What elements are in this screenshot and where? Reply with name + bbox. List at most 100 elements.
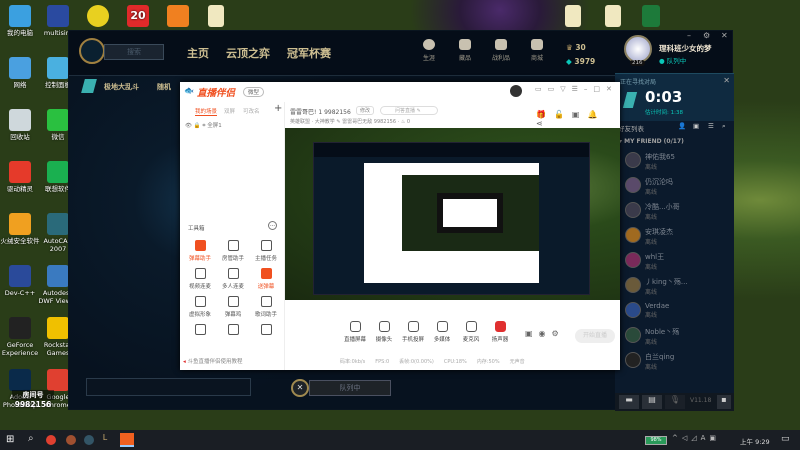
- friend-item[interactable]: 白兰qing 离线: [615, 349, 734, 374]
- tool-item[interactable]: 多人连麦: [218, 268, 248, 290]
- douyu-taskbar-icon[interactable]: [120, 433, 134, 447]
- cancel-queue-button[interactable]: ✕: [291, 379, 309, 397]
- tutorial-link[interactable]: ◂ 斗鱼直播伴侣使用教程: [183, 357, 243, 365]
- desktop-icon[interactable]: GeForce Experience: [0, 317, 40, 357]
- queue-close[interactable]: ✕: [723, 76, 730, 85]
- desktop-icon[interactable]: 驱动精灵: [0, 161, 40, 193]
- list-icon[interactable]: ☰: [708, 122, 714, 130]
- desktop-icon-excel[interactable]: [631, 5, 671, 29]
- mic-icon[interactable]: 🎙: [665, 395, 685, 409]
- source-button[interactable]: 扬声器: [485, 321, 515, 343]
- player-avatar[interactable]: [624, 35, 652, 63]
- add-friend-icon[interactable]: 👤: [678, 122, 686, 130]
- friend-item[interactable]: 神佑我65 离线: [615, 149, 734, 174]
- header-actions[interactable]: 🎁🔓▣🔔⋖: [536, 110, 618, 128]
- profile-button[interactable]: 生涯: [414, 39, 444, 62]
- tool-item[interactable]: 弹幕鸡: [218, 296, 248, 318]
- source-button[interactable]: 直播屏幕: [340, 321, 370, 343]
- source-icon: [436, 321, 448, 332]
- friend-item[interactable]: 仍沉沦吗 离线: [615, 174, 734, 199]
- search-icon[interactable]: ⌕: [722, 122, 726, 131]
- tool-item[interactable]: [218, 324, 248, 338]
- tool-item[interactable]: 歌词助手: [251, 296, 281, 318]
- notes-icon[interactable]: ▤: [642, 395, 662, 409]
- notification-icon[interactable]: ▭: [781, 434, 790, 444]
- source-button[interactable]: 多媒体: [427, 321, 457, 343]
- source-button[interactable]: 摄像头: [369, 321, 399, 343]
- friend-item[interactable]: 丿king丶殇... 离线: [615, 274, 734, 299]
- edit-title-button[interactable]: 修改: [356, 106, 375, 115]
- tool-item[interactable]: 虚拟形象: [185, 296, 215, 318]
- desktop-icon[interactable]: Dev-C++: [0, 265, 40, 297]
- scene-item[interactable]: 👁 🔒 ⌗ 全屏1: [185, 121, 222, 130]
- mode-badge[interactable]: 微型: [243, 87, 265, 97]
- collection-button[interactable]: 藏品: [450, 39, 480, 62]
- queue-status-button[interactable]: 队列中: [309, 380, 391, 396]
- tool-item[interactable]: [185, 324, 215, 338]
- tool-item[interactable]: 弹幕助手: [185, 240, 215, 262]
- desktop-icon-orange[interactable]: [158, 5, 198, 29]
- chrome-taskbar-icon[interactable]: [46, 435, 56, 445]
- lol-search-button[interactable]: 搜索: [104, 44, 164, 60]
- friend-list: 神佑我65 离线 仍沉沦吗 离线 冷酷...小哥 离线 安琪凌杰 离线 whl王 离线 丿king丶…: [615, 149, 734, 374]
- stream-preview[interactable]: [285, 128, 620, 300]
- friend-item[interactable]: Verdae 离线: [615, 299, 734, 324]
- source-button[interactable]: 麦克风: [456, 321, 486, 343]
- tool-item[interactable]: 主播任务: [251, 240, 281, 262]
- start-button[interactable]: ⊞: [6, 434, 14, 445]
- user-avatar[interactable]: [510, 85, 522, 97]
- store-button[interactable]: 商城: [522, 39, 552, 62]
- player-name: 理科班少女的梦: [659, 44, 712, 53]
- desktop-icon-doc2[interactable]: [553, 5, 593, 29]
- friend-item[interactable]: 安琪凌杰 离线: [615, 224, 734, 249]
- chat-icon[interactable]: ▬: [619, 395, 639, 409]
- nav-home[interactable]: 主页: [187, 45, 209, 61]
- start-stream-button[interactable]: 开始直播: [575, 329, 615, 343]
- nav-tft[interactable]: 云顶之弈: [226, 45, 270, 61]
- friend-item[interactable]: Noble丶殇 离线: [615, 324, 734, 349]
- add-folder-icon[interactable]: ▣: [693, 122, 699, 130]
- desktop-icon-doc[interactable]: [196, 5, 236, 29]
- lol-logo[interactable]: [79, 38, 105, 64]
- app-taskbar-icon[interactable]: [66, 435, 76, 445]
- desktop-icon-doc3[interactable]: [593, 5, 633, 29]
- minimize-button[interactable]: –: [687, 31, 691, 40]
- lol-taskbar-icon[interactable]: L: [98, 433, 112, 447]
- tool-item[interactable]: 视频连麦: [185, 268, 215, 290]
- steam-taskbar-icon[interactable]: [84, 435, 94, 445]
- search-taskbar-icon[interactable]: ⌕: [28, 433, 34, 444]
- friend-item[interactable]: 冷酷...小哥 离线: [615, 199, 734, 224]
- desktop-icon[interactable]: 火绒安全软件: [0, 213, 40, 245]
- battery-indicator[interactable]: 98%: [645, 436, 667, 445]
- nav-clash[interactable]: 冠军杯赛: [287, 45, 331, 61]
- settings-icon[interactable]: ⚙: [703, 31, 710, 40]
- desktop-icon[interactable]: 我的电脑: [0, 5, 40, 37]
- tool-item[interactable]: 送弹幕: [251, 268, 281, 290]
- add-scene-button[interactable]: +: [274, 103, 282, 114]
- queue-panel: 正在寻找对局 ✕ 0:03 估计时间: 1:38: [615, 73, 734, 121]
- lol-bottom-input[interactable]: [86, 378, 251, 396]
- friend-avatar: [625, 152, 641, 168]
- tool-item[interactable]: 房管助手: [218, 240, 248, 262]
- tab-my-scene[interactable]: 我的场景: [195, 107, 218, 116]
- close-button[interactable]: ✕: [721, 31, 728, 40]
- source-button[interactable]: 手机投屏: [398, 321, 428, 343]
- tray-icons[interactable]: ^◁◿A▣: [672, 434, 720, 442]
- friend-item[interactable]: whl王 离线: [615, 249, 734, 274]
- loot-button[interactable]: 战利品: [486, 39, 516, 62]
- tools-more-button[interactable]: …: [268, 221, 277, 230]
- announce-input[interactable]: 问答直播 ✎: [380, 106, 438, 115]
- clock[interactable]: 上午 9:29: [740, 436, 770, 446]
- desktop-icon-top[interactable]: 20: [118, 5, 158, 29]
- tool-item[interactable]: [251, 324, 281, 338]
- tab-rename[interactable]: 可改名: [243, 107, 260, 115]
- aux-controls[interactable]: ▣◉⚙: [525, 329, 565, 338]
- help-icon[interactable]: ▪: [717, 395, 731, 409]
- desktop-icon[interactable]: 回收站: [0, 109, 40, 141]
- tab-dual[interactable]: 双屏: [224, 107, 235, 115]
- desktop-icon-green[interactable]: [78, 5, 118, 29]
- window-controls[interactable]: ▭▭▽☰–□✕: [535, 85, 618, 93]
- friend-group-header[interactable]: ▾ MY FRIEND (0/17): [615, 135, 734, 149]
- desktop-icon[interactable]: 网络: [0, 57, 40, 89]
- lol-header: 搜索 主页 云顶之弈 冠军杯赛 生涯 藏品 战利品 商城 ♛ 30 ◆ 3979…: [69, 31, 732, 76]
